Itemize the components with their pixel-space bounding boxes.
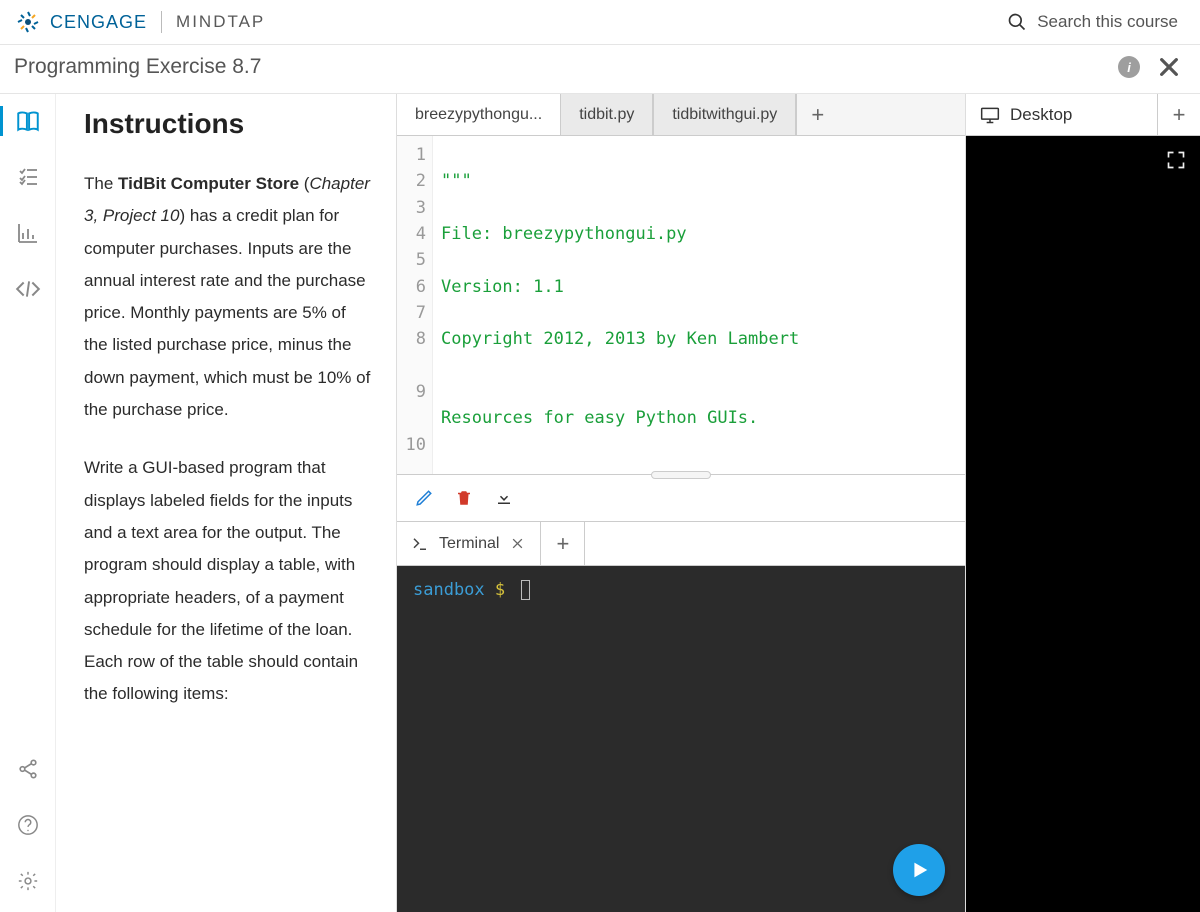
cengage-logo-icon: [16, 10, 40, 34]
instructions-panel: Instructions The TidBit Computer Store (…: [56, 94, 396, 912]
terminal[interactable]: sandbox $: [397, 566, 965, 912]
brand: CENGAGE MINDTAP: [16, 10, 265, 34]
code-editor[interactable]: 1 2 3 4 5 6 7 8 9 10 """ File: breezypyt…: [397, 136, 965, 474]
terminal-tabs: Terminal +: [397, 522, 965, 566]
run-button[interactable]: [893, 844, 945, 896]
terminal-prompt-host: sandbox: [413, 580, 485, 600]
search-button[interactable]: Search this course: [1007, 12, 1178, 32]
instructions-heading: Instructions: [84, 108, 374, 140]
line-gutter: 1 2 3 4 5 6 7 8 9 10: [397, 136, 433, 474]
file-tab-2[interactable]: tidbitwithgui.py: [653, 94, 796, 135]
add-preview-tab-button[interactable]: +: [1158, 94, 1200, 135]
file-tab-0[interactable]: breezypythongu...: [397, 94, 561, 135]
terminal-tab-label: Terminal: [439, 535, 499, 553]
close-terminal-tab-icon[interactable]: [509, 537, 526, 550]
terminal-prompt-symbol: $: [495, 580, 505, 600]
monitor-icon: [980, 105, 1000, 125]
terminal-tab[interactable]: Terminal: [397, 522, 541, 565]
preview-area[interactable]: [966, 136, 1200, 912]
resize-handle[interactable]: [651, 471, 711, 479]
code-lines[interactable]: """ File: breezypythongui.py Version: 1.…: [433, 136, 965, 474]
edit-icon[interactable]: [415, 489, 433, 507]
preview-column: Desktop +: [966, 94, 1200, 912]
page-title: Programming Exercise 8.7: [14, 55, 261, 79]
brand-product: MINDTAP: [176, 12, 265, 32]
chart-icon[interactable]: [15, 220, 41, 246]
close-icon[interactable]: [1158, 56, 1180, 78]
file-tab-1[interactable]: tidbit.py: [561, 94, 653, 135]
search-label: Search this course: [1037, 12, 1178, 32]
page-subheader: Programming Exercise 8.7 i: [0, 45, 1200, 93]
terminal-cursor: [521, 580, 530, 600]
download-icon[interactable]: [495, 489, 513, 507]
share-icon[interactable]: [15, 756, 41, 782]
gear-icon[interactable]: [15, 868, 41, 894]
desktop-tab-label: Desktop: [1010, 105, 1072, 125]
instructions-body: The TidBit Computer Store (Chapter 3, Pr…: [84, 168, 374, 711]
code-icon[interactable]: [15, 276, 41, 302]
add-file-tab-button[interactable]: +: [796, 94, 838, 135]
instructions-para-2: Write a GUI-based program that displays …: [84, 452, 374, 710]
fullscreen-icon[interactable]: [1166, 150, 1186, 170]
trash-icon[interactable]: [455, 489, 473, 507]
preview-tabs: Desktop +: [966, 94, 1200, 136]
editor-toolbar: [397, 474, 965, 522]
search-icon: [1007, 12, 1027, 32]
add-terminal-tab-button[interactable]: +: [541, 522, 585, 565]
brand-divider: [161, 11, 162, 33]
main-area: Instructions The TidBit Computer Store (…: [0, 93, 1200, 912]
desktop-tab[interactable]: Desktop: [966, 94, 1158, 135]
brand-name: CENGAGE: [50, 12, 147, 33]
checklist-icon[interactable]: [15, 164, 41, 190]
terminal-icon: [411, 535, 429, 553]
info-icon[interactable]: i: [1118, 56, 1140, 78]
file-tabs: breezypythongu... tidbit.py tidbitwithgu…: [397, 94, 965, 136]
instructions-para-1: The TidBit Computer Store (Chapter 3, Pr…: [84, 168, 374, 426]
editor-column: breezypythongu... tidbit.py tidbitwithgu…: [396, 94, 966, 912]
brand-header: CENGAGE MINDTAP Search this course: [0, 0, 1200, 45]
left-icon-bar: [0, 94, 56, 912]
help-icon[interactable]: [15, 812, 41, 838]
book-icon[interactable]: [15, 108, 41, 134]
